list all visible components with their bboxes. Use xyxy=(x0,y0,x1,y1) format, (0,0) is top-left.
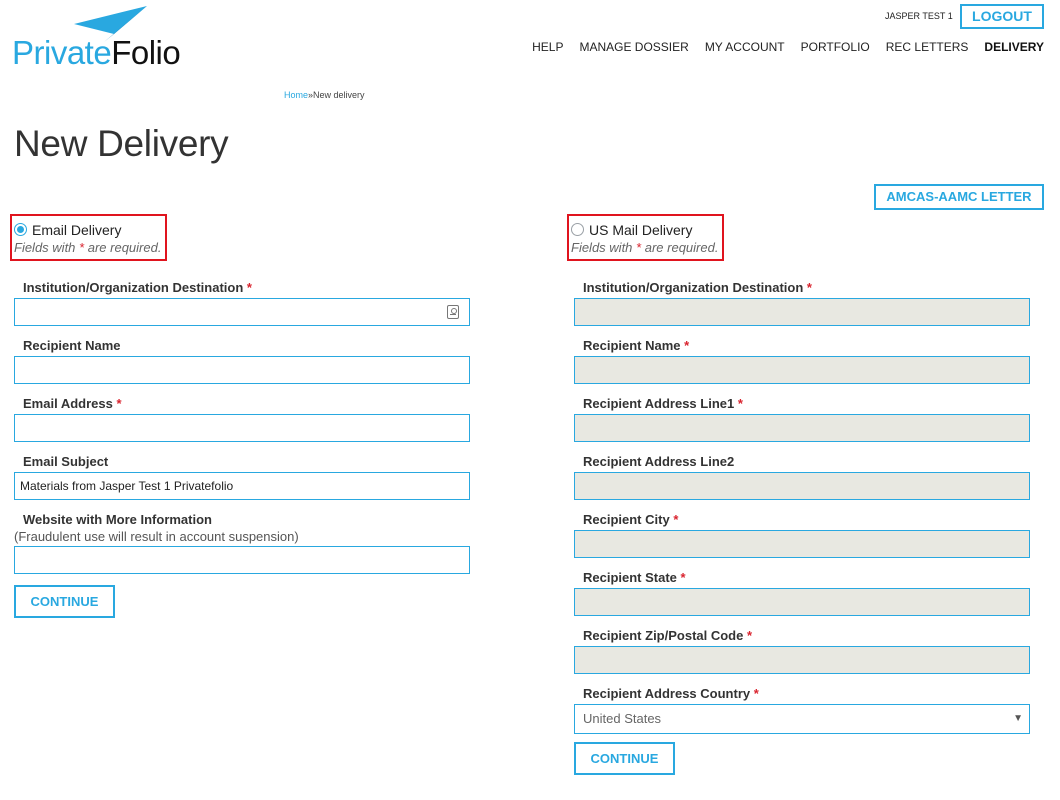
field-label: Recipient Name * xyxy=(583,338,690,353)
state-input[interactable] xyxy=(574,588,1030,616)
privatefolio-logo[interactable]: PrivateFolio xyxy=(12,4,202,70)
mail-delivery-form: US Mail Delivery Fields with * are requi… xyxy=(567,214,1030,775)
email-delivery-radio[interactable] xyxy=(14,223,27,236)
institution-input[interactable] xyxy=(14,298,470,326)
field-label: Recipient Address Line2 xyxy=(583,454,735,469)
nav-item-my-account[interactable]: MY ACCOUNT xyxy=(705,40,785,54)
breadcrumb-home-link[interactable]: Home xyxy=(284,90,308,100)
email-continue-button[interactable]: CONTINUE xyxy=(14,585,115,618)
logo-text: PrivateFolio xyxy=(12,34,181,71)
field-label: Email Subject xyxy=(23,454,109,469)
nav-item-delivery[interactable]: DELIVERY xyxy=(984,40,1044,54)
zip-field: Recipient Zip/Postal Code * xyxy=(574,627,1030,685)
nav-item-help[interactable]: HELP xyxy=(532,40,563,54)
mail-delivery-radio[interactable] xyxy=(571,223,584,236)
mail-institution-input[interactable] xyxy=(574,298,1030,326)
breadcrumb: Home»New delivery xyxy=(284,90,365,100)
field-label: Recipient Zip/Postal Code * xyxy=(583,628,753,643)
address-line2-input[interactable] xyxy=(574,472,1030,500)
mail-institution-field: Institution/Organization Destination * xyxy=(574,279,1030,337)
field-label: Institution/Organization Destination * xyxy=(583,280,812,295)
chevron-down-icon: ▼ xyxy=(1013,713,1023,724)
email-delivery-radio-row[interactable]: Email Delivery xyxy=(14,219,161,240)
mail-delivery-option: US Mail Delivery Fields with * are requi… xyxy=(567,214,725,261)
field-label: Recipient Address Country * xyxy=(583,686,759,701)
mail-recipient-name-field: Recipient Name * xyxy=(574,337,1030,395)
city-input[interactable] xyxy=(574,530,1030,558)
address-line1-field: Recipient Address Line1 * xyxy=(574,395,1030,453)
field-label: Institution/Organization Destination * xyxy=(23,280,252,295)
nav-item-portfolio[interactable]: PORTFOLIO xyxy=(801,40,870,54)
email-delivery-label[interactable]: Email Delivery xyxy=(32,222,121,238)
field-label: Website with More Information xyxy=(23,512,212,527)
user-name: JASPER TEST 1 xyxy=(885,11,953,21)
mail-delivery-label[interactable]: US Mail Delivery xyxy=(589,222,692,238)
email-address-input[interactable] xyxy=(14,414,470,442)
breadcrumb-current: New delivery xyxy=(313,90,365,100)
mail-delivery-radio-row[interactable]: US Mail Delivery xyxy=(571,219,718,240)
logout-button[interactable]: LOGOUT xyxy=(960,4,1044,29)
recipient-name-field: Recipient Name xyxy=(14,337,470,395)
address-line1-input[interactable] xyxy=(574,414,1030,442)
email-delivery-option: Email Delivery Fields with * are require… xyxy=(10,214,168,261)
institution-field: Institution/Organization Destination * xyxy=(14,279,470,337)
nav-item-rec-letters[interactable]: REC LETTERS xyxy=(886,40,969,54)
email-address-field: Email Address * xyxy=(14,395,470,453)
country-select[interactable]: United States ▼ xyxy=(574,704,1030,734)
fraud-warning: (Fraudulent use will result in account s… xyxy=(14,529,299,544)
required-fields-note: Fields with * are required. xyxy=(14,240,162,255)
recipient-name-input[interactable] xyxy=(14,356,470,384)
mail-recipient-name-input[interactable] xyxy=(574,356,1030,384)
field-label: Recipient City * xyxy=(583,512,679,527)
website-input[interactable] xyxy=(14,546,470,574)
field-label: Email Address * xyxy=(23,396,122,411)
field-label: Recipient Address Line1 * xyxy=(583,396,743,411)
field-label: Recipient Name xyxy=(23,338,121,353)
contact-card-icon[interactable] xyxy=(447,305,459,319)
state-field: Recipient State * xyxy=(574,569,1030,627)
amcas-aamc-letter-button[interactable]: AMCAS-AAMC LETTER xyxy=(874,184,1044,210)
main-nav: HELP MANAGE DOSSIER MY ACCOUNT PORTFOLIO… xyxy=(532,40,1044,54)
nav-item-manage-dossier[interactable]: MANAGE DOSSIER xyxy=(579,40,688,54)
field-label: Recipient State * xyxy=(583,570,686,585)
email-subject-input[interactable]: Materials from Jasper Test 1 Privatefoli… xyxy=(14,472,470,500)
page-title: New Delivery xyxy=(14,123,229,164)
address-line2-field: Recipient Address Line2 xyxy=(574,453,1030,511)
email-subject-field: Email Subject Materials from Jasper Test… xyxy=(14,453,470,511)
country-field: Recipient Address Country * United State… xyxy=(574,685,1030,747)
website-field: Website with More Information (Fraudulen… xyxy=(14,511,470,589)
required-fields-note: Fields with * are required. xyxy=(571,240,719,255)
city-field: Recipient City * xyxy=(574,511,1030,569)
email-delivery-form: Email Delivery Fields with * are require… xyxy=(10,214,470,618)
zip-input[interactable] xyxy=(574,646,1030,674)
